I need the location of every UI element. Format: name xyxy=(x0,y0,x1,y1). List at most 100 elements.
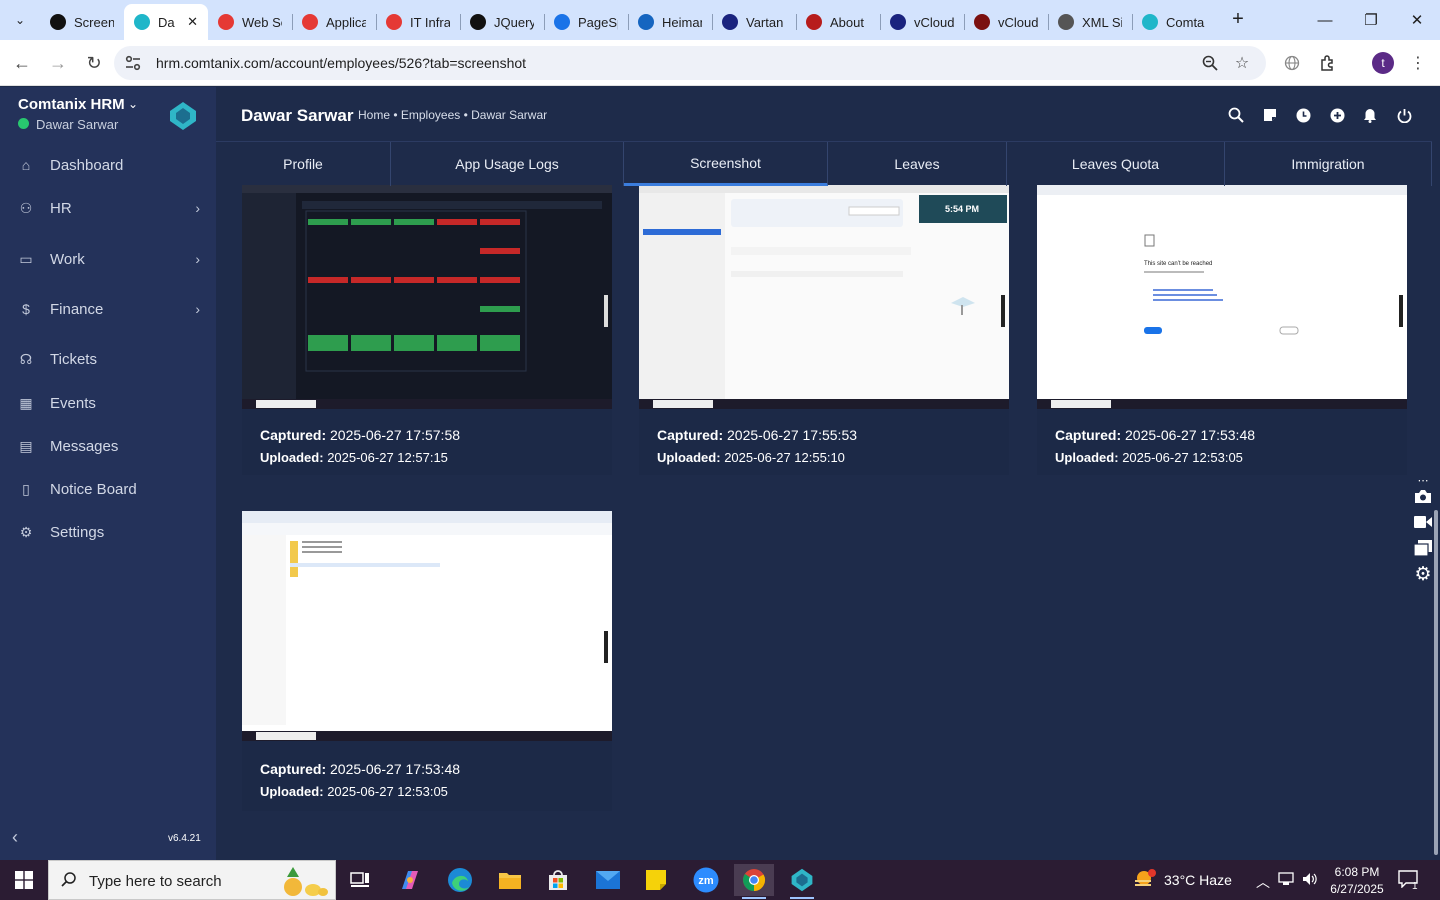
tab-leaves[interactable]: Leaves xyxy=(828,142,1007,186)
browser-tab[interactable]: Comta xyxy=(1132,4,1216,40)
translate-icon[interactable] xyxy=(1282,53,1302,73)
task-view-icon[interactable] xyxy=(340,864,380,896)
back-button[interactable]: ← xyxy=(8,49,36,77)
browser-tab-title: IT Infra xyxy=(410,14,450,30)
add-circle-icon[interactable] xyxy=(1327,105,1347,125)
browser-tab[interactable]: JQuery xyxy=(460,4,544,40)
video-icon[interactable] xyxy=(1412,512,1434,532)
tab-label: Immigration xyxy=(1291,156,1365,172)
bookmark-star-icon[interactable]: ☆ xyxy=(1232,53,1252,73)
screenshot-thumbnail[interactable] xyxy=(242,185,612,409)
sidebar-item-dashboard[interactable]: ⌂ Dashboard xyxy=(0,145,216,185)
chrome-icon[interactable] xyxy=(734,864,774,899)
tab-search-button[interactable]: ⌄ xyxy=(8,8,32,32)
chevron-right-icon: › xyxy=(195,200,200,216)
close-tab-icon[interactable]: ✕ xyxy=(187,14,198,30)
camera-icon[interactable] xyxy=(1412,486,1434,506)
file-explorer-icon[interactable] xyxy=(490,864,530,896)
weather-icon[interactable] xyxy=(1132,868,1158,892)
copy-icon[interactable] xyxy=(1412,538,1434,558)
sidebar-item-label: Tickets xyxy=(50,350,97,368)
sidebar-item-settings[interactable]: ⚙ Settings xyxy=(0,512,216,552)
sidebar-item-events[interactable]: ▦ Events xyxy=(0,383,216,423)
forward-button[interactable]: → xyxy=(44,49,72,77)
browser-tab[interactable]: Vartan xyxy=(712,4,796,40)
start-button[interactable] xyxy=(0,860,48,900)
bell-icon[interactable] xyxy=(1360,105,1380,125)
screenshot-thumbnail[interactable]: 5:54 PM xyxy=(639,185,1009,409)
volume-icon[interactable] xyxy=(1302,872,1318,889)
page-title: Dawar Sarwar xyxy=(241,106,354,125)
page-scrollbar-thumb[interactable] xyxy=(1434,510,1438,855)
headset-icon: ☊ xyxy=(19,350,33,367)
tab-profile[interactable]: Profile xyxy=(216,142,391,186)
tab-leaves-quota[interactable]: Leaves Quota xyxy=(1007,142,1225,186)
browser-tab[interactable]: Screen xyxy=(40,4,124,40)
browser-tab[interactable]: Applica xyxy=(292,4,376,40)
extensions-icon[interactable] xyxy=(1318,53,1338,73)
network-icon[interactable] xyxy=(1278,872,1296,889)
search-icon[interactable] xyxy=(1226,105,1246,125)
more-menu-icon[interactable]: ⋮ xyxy=(1408,53,1428,73)
collapse-sidebar-icon[interactable]: ‹ xyxy=(12,827,18,848)
browser-tab[interactable]: Da ✕ xyxy=(124,4,208,40)
close-window-button[interactable]: ✕ xyxy=(1394,0,1440,40)
mail-icon[interactable] xyxy=(588,864,628,896)
browser-tab-title: Web Se xyxy=(242,14,282,30)
restore-button[interactable]: ❐ xyxy=(1348,0,1394,40)
zoom-app-icon[interactable]: zm xyxy=(686,864,726,896)
microsoft-store-icon[interactable] xyxy=(538,864,578,896)
minimize-button[interactable]: — xyxy=(1302,0,1348,40)
taskbar-clock[interactable]: 6:08 PM 6/27/2025 xyxy=(1328,864,1386,898)
sidebar-item-label: Finance xyxy=(50,300,104,318)
sidebar-item-finance[interactable]: $ Finance › xyxy=(0,289,216,329)
browser-tab[interactable]: vCloud xyxy=(880,4,964,40)
uploaded-time: 2025-06-27 12:53:05 xyxy=(1122,450,1243,465)
edge-icon[interactable] xyxy=(440,864,480,896)
clock-icon[interactable] xyxy=(1293,105,1313,125)
zoom-icon[interactable] xyxy=(1200,53,1220,73)
screenshot-thumbnail[interactable] xyxy=(242,511,612,741)
chevron-down-icon[interactable]: ⌄ xyxy=(128,97,138,111)
github-icon xyxy=(470,14,486,30)
profile-avatar[interactable]: t xyxy=(1372,52,1394,74)
gear-icon[interactable]: ⚙ xyxy=(1412,564,1434,585)
site-info-icon[interactable] xyxy=(124,54,142,72)
captured-label: Captured: xyxy=(260,427,327,443)
sidebar-item-messages[interactable]: ▤ Messages xyxy=(0,426,216,466)
tab-label: App Usage Logs xyxy=(455,156,559,172)
sticky-note-icon[interactable] xyxy=(1260,105,1280,125)
reload-button[interactable]: ↻ xyxy=(80,49,108,77)
chevron-right-icon: › xyxy=(195,301,200,317)
breadcrumb[interactable]: Home • Employees • Dawar Sarwar xyxy=(358,108,547,122)
tab-immigration[interactable]: Immigration xyxy=(1225,142,1432,186)
sticky-notes-icon[interactable] xyxy=(636,864,676,896)
browser-tab[interactable]: About xyxy=(796,4,880,40)
browser-tab[interactable]: XML Si xyxy=(1048,4,1132,40)
power-icon[interactable] xyxy=(1394,105,1414,125)
sidebar-item-hr[interactable]: ⚇ HR › xyxy=(0,188,216,228)
url-text[interactable]: hrm.comtanix.com/account/employees/526?t… xyxy=(156,55,526,71)
sidebar-item-work[interactable]: ▭ Work › xyxy=(0,239,216,279)
weather-text[interactable]: 33°C Haze xyxy=(1164,872,1232,888)
sidebar-item-tickets[interactable]: ☊ Tickets xyxy=(0,339,216,379)
tab-app-usage-logs[interactable]: App Usage Logs xyxy=(391,142,624,186)
address-bar[interactable]: hrm.comtanix.com/account/employees/526?t… xyxy=(114,46,1266,80)
v-icon xyxy=(974,14,990,30)
chevron-up-icon[interactable]: ︿ xyxy=(1256,872,1270,892)
new-tab-button[interactable]: + xyxy=(1226,8,1250,32)
screenshot-thumbnail[interactable]: This site can’t be reached xyxy=(1037,185,1407,409)
browser-tab[interactable]: PageSp xyxy=(544,4,628,40)
tab-screenshot[interactable]: Screenshot xyxy=(624,142,828,186)
sidebar-item-notice-board[interactable]: ▯ Notice Board xyxy=(0,469,216,509)
browser-tab[interactable]: Web Se xyxy=(208,4,292,40)
diamond-icon xyxy=(302,14,318,30)
brand-name[interactable]: Comtanix HRM xyxy=(18,96,125,113)
browser-tab[interactable]: vCloud xyxy=(964,4,1048,40)
browser-tab[interactable]: Heiman xyxy=(628,4,712,40)
taskbar-search[interactable]: Type here to search xyxy=(48,860,336,900)
browser-tab[interactable]: IT Infra xyxy=(376,4,460,40)
comtanix-logo-icon[interactable] xyxy=(168,101,198,131)
copilot-icon[interactable] xyxy=(390,864,430,896)
comtanix-app-icon[interactable] xyxy=(782,864,822,899)
